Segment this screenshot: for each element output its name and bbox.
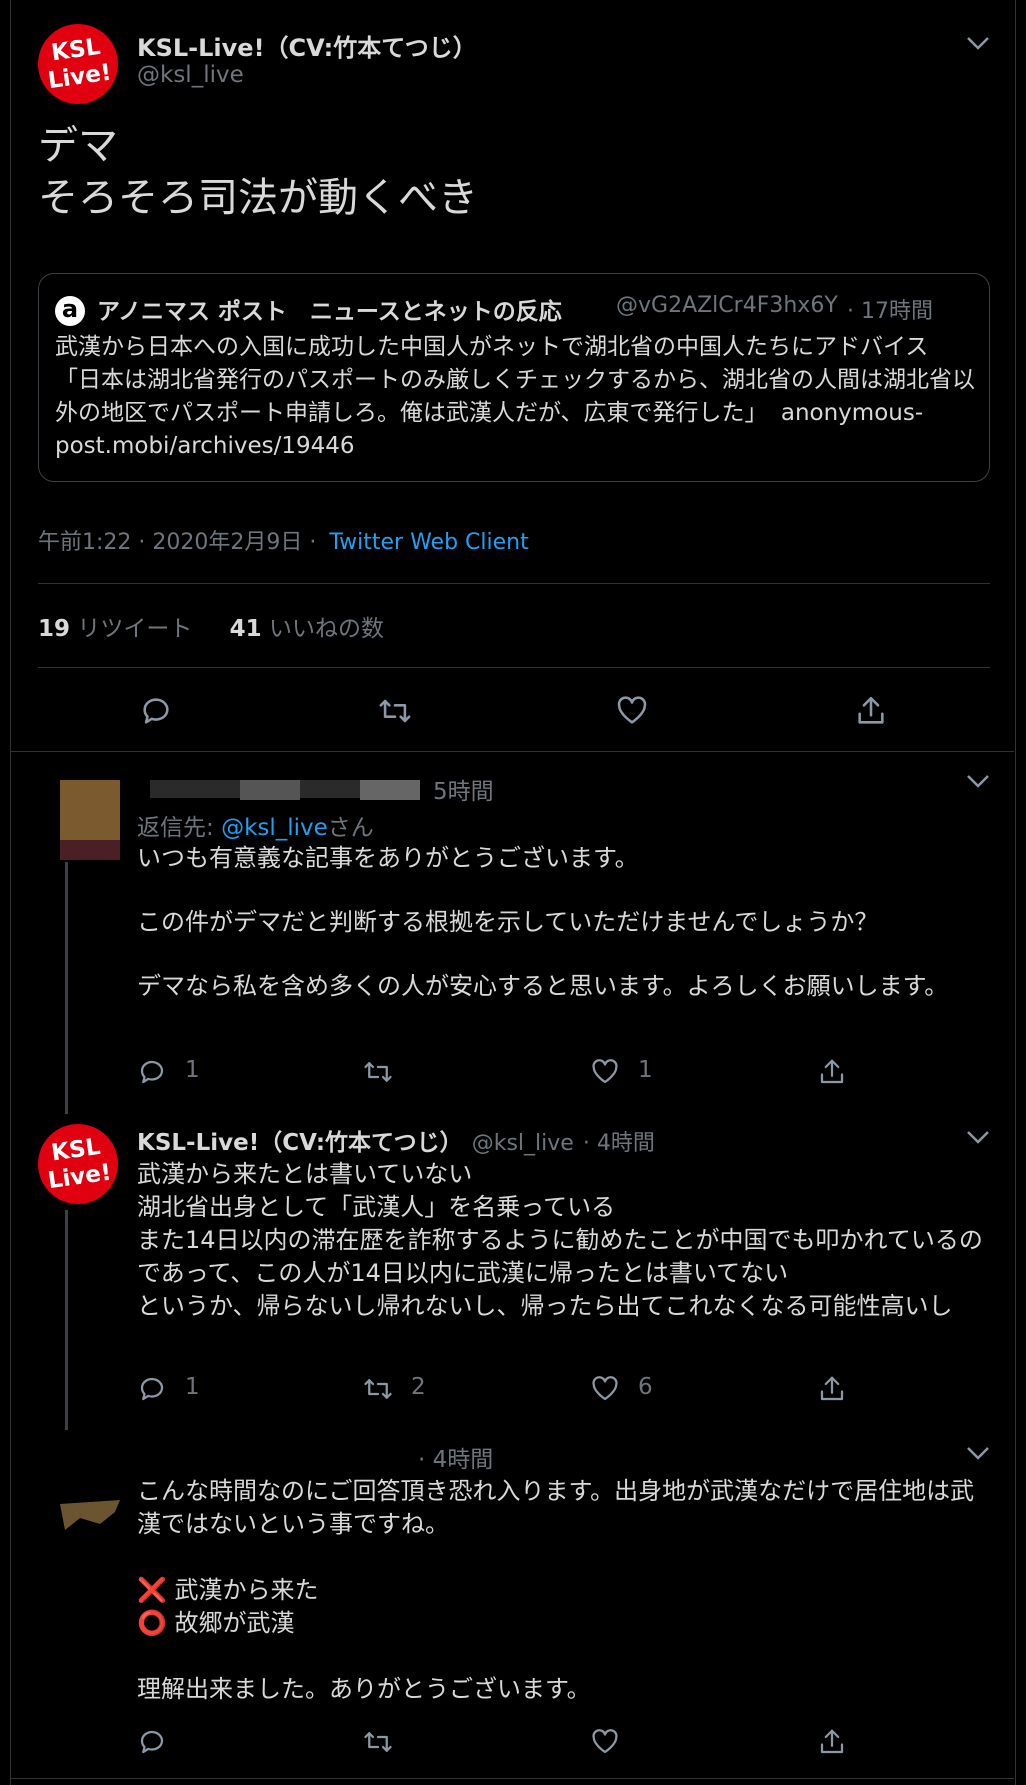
- reply-icon[interactable]: [137, 1727, 167, 1757]
- author-avatar[interactable]: KSL Live!: [38, 1124, 118, 1204]
- like-icon[interactable]: [590, 1727, 620, 1757]
- author-handle[interactable]: @ksl_live: [472, 1131, 574, 1156]
- quote-time: · 17時間: [847, 299, 933, 324]
- tweet-client[interactable]: Twitter Web Client: [329, 530, 528, 555]
- divider: [10, 1778, 1014, 1779]
- engagement-stats: 19 リツイート 41 いいねの数: [38, 609, 384, 643]
- share-icon[interactable]: [817, 1057, 847, 1087]
- quote-source-name: アノニマス ポスト ニュースとネットの反応: [97, 299, 562, 325]
- reply-avatar[interactable]: [60, 1500, 120, 1530]
- redacted-name: [240, 780, 300, 800]
- quote-source-handle: @vG2AZlCr4F3hx6Y: [616, 293, 838, 318]
- reply-to-suffix: さん: [327, 815, 374, 841]
- tweet-timestamp[interactable]: 午前1:22 · 2020年2月9日 ·: [38, 530, 316, 555]
- like-count: 41: [229, 616, 262, 642]
- quoted-tweet-card[interactable]: a アノニマス ポスト ニュースとネットの反応 @vG2AZlCr4F3hx6Y…: [38, 273, 990, 482]
- reply-text: いつも有意義な記事をありがとうございます。 この件がデマだと判断する根拠を示して…: [137, 844, 949, 1000]
- retweet-count: 2: [411, 1374, 426, 1400]
- share-icon[interactable]: [817, 1374, 847, 1404]
- tweet-text-line-1: デマ: [38, 123, 118, 169]
- retweet-icon[interactable]: [362, 1374, 394, 1404]
- reply-time[interactable]: 5時間: [433, 772, 494, 806]
- quote-text: 武漢から日本への入国に成功した中国人がネットで湖北省の中国人たちにアドバイス 「…: [55, 331, 975, 463]
- tweet-text-line-2: そろそろ司法が動くべき: [38, 175, 478, 221]
- author-name[interactable]: KSL-Live!（CV:竹本てつじ）: [137, 1130, 463, 1156]
- share-icon[interactable]: [817, 1727, 847, 1757]
- reply-time[interactable]: · 4時間: [418, 1440, 493, 1474]
- like-icon[interactable]: [590, 1057, 620, 1087]
- retweet-label: リツイート: [77, 616, 193, 642]
- retweet-count: 19: [38, 616, 71, 642]
- retweet-icon[interactable]: [377, 694, 413, 728]
- author-handle[interactable]: @ksl_live: [137, 62, 244, 88]
- reply-text-intro: こんな時間なのにご回答頂き恐れ入ります。出身地が武漢なだけで居住地は武漢ではない…: [137, 1477, 975, 1538]
- comparison-line-x: ❌ 武漢から来た: [137, 1574, 987, 1607]
- chevron-down-icon[interactable]: [965, 1128, 991, 1146]
- divider: [38, 667, 990, 668]
- comparison-text-o: 故郷が武漢: [174, 1609, 295, 1637]
- like-count: 1: [638, 1057, 653, 1083]
- tweet-meta: 午前1:22 · 2020年2月9日 · Twitter Web Client: [38, 524, 529, 556]
- thread-line: [65, 1210, 68, 1430]
- author-name[interactable]: KSL-Live!（CV:竹本てつじ）: [137, 28, 477, 63]
- author-avatar[interactable]: KSL Live!: [38, 24, 118, 104]
- reply-header: KSL-Live!（CV:竹本てつじ） @ksl_live · 4時間: [137, 1123, 655, 1157]
- reply-count: 1: [185, 1374, 200, 1400]
- reply-to-prefix: 返信先:: [137, 815, 214, 841]
- divider: [38, 583, 990, 584]
- circle-mark-icon: ⭕: [137, 1609, 167, 1637]
- like-icon[interactable]: [590, 1374, 620, 1404]
- thread-line: [65, 862, 68, 1114]
- retweet-icon[interactable]: [362, 1057, 394, 1087]
- reply-text: こんな時間なのにご回答頂き恐れ入ります。出身地が武漢なだけで居住地は武漢ではない…: [137, 1475, 987, 1706]
- reply-closing: 理解出来ました。ありがとうございます。: [137, 1675, 591, 1703]
- tweet-text: デマ そろそろ司法が動くべき: [38, 120, 478, 224]
- like-count: 6: [638, 1374, 653, 1400]
- like-stat[interactable]: 41 いいねの数: [230, 616, 384, 642]
- reply-text: 武漢から来たとは書いていない 湖北省出身として「武漢人」を名乗っている また14…: [137, 1160, 983, 1320]
- comparison-text-x: 武漢から来た: [174, 1576, 319, 1604]
- retweet-icon[interactable]: [362, 1727, 394, 1757]
- reply-icon[interactable]: [137, 1057, 167, 1087]
- reply-count: 1: [185, 1057, 200, 1083]
- reply-icon[interactable]: [139, 694, 173, 728]
- reply-to-handle[interactable]: @ksl_live: [221, 815, 328, 841]
- like-label: いいねの数: [268, 616, 384, 642]
- retweet-stat[interactable]: 19 リツイート: [38, 616, 192, 642]
- redacted-name: [360, 780, 420, 800]
- like-icon[interactable]: [615, 694, 649, 728]
- reply-to: 返信先: @ksl_liveさん: [137, 808, 374, 842]
- divider: [10, 751, 1014, 752]
- share-icon[interactable]: [854, 694, 888, 728]
- chevron-down-icon[interactable]: [965, 772, 991, 790]
- chevron-down-icon[interactable]: [965, 34, 991, 52]
- source-logo-icon: a: [55, 296, 85, 326]
- avatar-shading: [60, 840, 120, 860]
- comparison-line-o: ⭕ 故郷が武漢: [137, 1607, 987, 1640]
- chevron-down-icon[interactable]: [965, 1444, 991, 1462]
- cross-mark-icon: ❌: [137, 1576, 167, 1604]
- reply-icon[interactable]: [137, 1374, 167, 1404]
- reply-time[interactable]: · 4時間: [583, 1131, 655, 1156]
